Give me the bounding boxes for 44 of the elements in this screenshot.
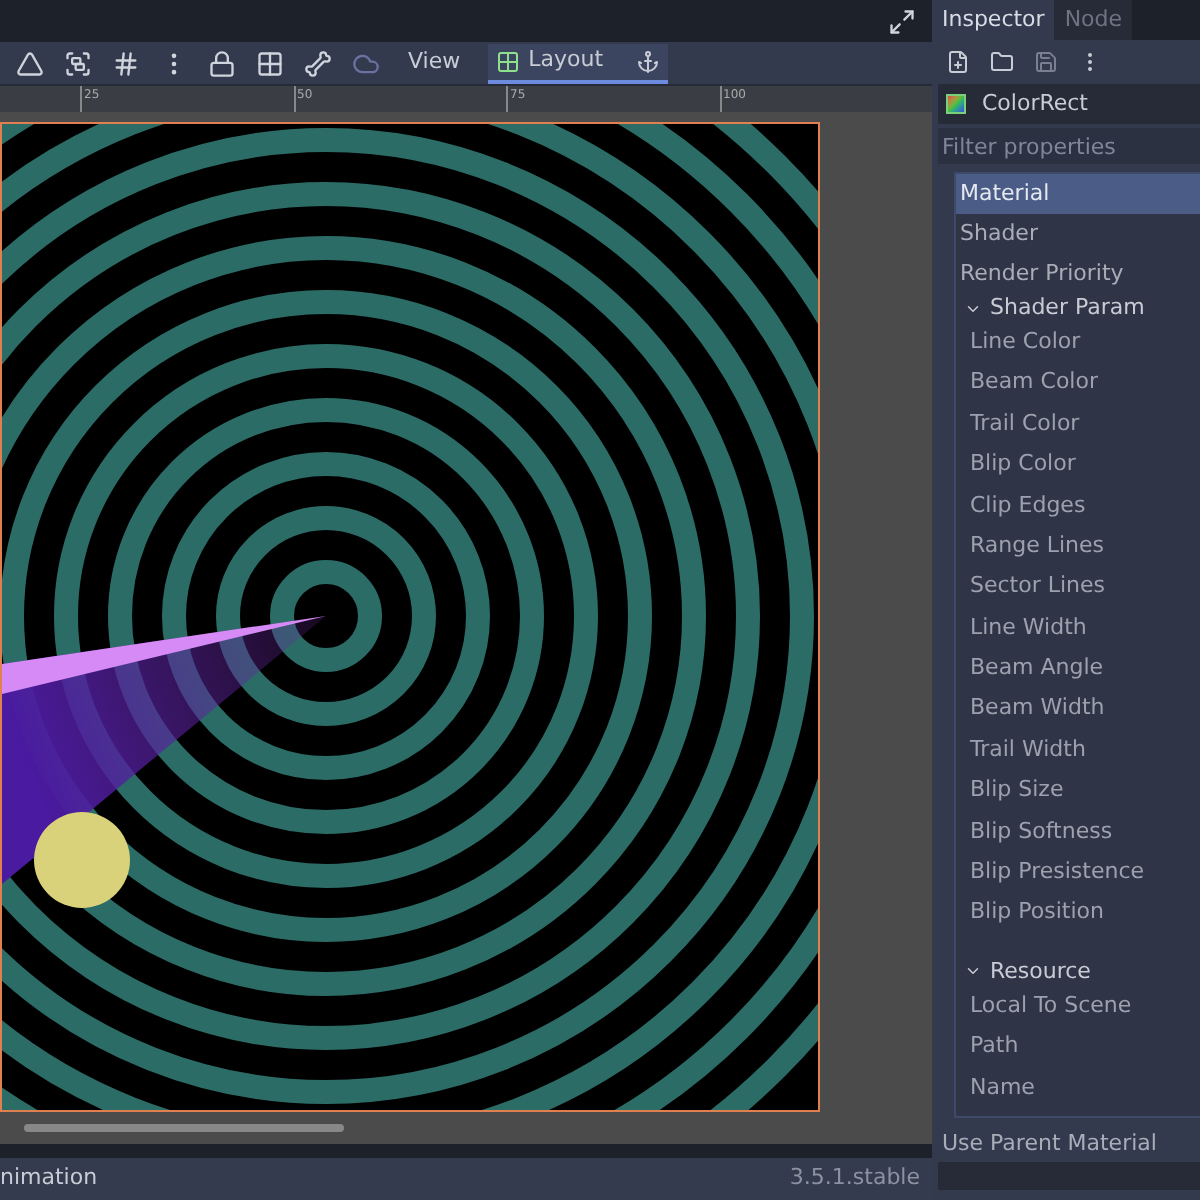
animation-tab[interactable]: nimation [0,1162,98,1196]
property-row[interactable]: Material [956,174,1200,214]
bone-icon[interactable] [304,49,332,77]
section-header[interactable]: Shader Param [956,294,1200,322]
save-icon[interactable] [1034,50,1058,74]
layout-icon [496,49,521,73]
property-label[interactable]: Name [956,1067,1200,1109]
property-label[interactable]: Blip Color [956,444,1200,486]
version-label: 3.5.1.stable [789,1162,920,1195]
property-label[interactable]: Trail Color [956,403,1200,445]
property-label[interactable]: Line Width [956,607,1200,649]
panel-tab[interactable]: Node [1054,0,1133,40]
section-header[interactable]: Resource [956,957,1200,986]
property-label[interactable]: Beam Color [956,362,1200,404]
lock-icon[interactable] [208,49,236,77]
property-label[interactable]: Blip Size [956,770,1200,812]
anchor-icon [635,49,660,73]
property-label[interactable]: Blip Position [956,892,1200,934]
filter-field[interactable]: Filter properties [938,128,1200,164]
property-label[interactable]: Blip Softness [956,811,1200,853]
property-label[interactable]: Clip Edges [956,485,1200,526]
property-label[interactable]: Local To Scene [956,985,1200,1027]
property-label[interactable]: Range Lines [956,525,1200,567]
fullscreen-icon[interactable] [888,7,916,35]
property-label[interactable]: Beam Angle [956,648,1200,690]
view-menu[interactable]: View [400,46,469,80]
cloud-icon[interactable] [352,49,380,77]
property-label[interactable]: Use Parent Material [938,1128,1200,1162]
color-rect-icon [946,94,966,114]
property-label[interactable]: Line Color [956,322,1200,363]
property-row[interactable]: Shader [956,214,1200,254]
panel-tab[interactable]: Inspector [932,0,1055,40]
property-label[interactable]: Path [956,1026,1200,1068]
scrollbar-thumb[interactable] [24,1124,344,1132]
layout-menu[interactable]: Layout [488,43,668,83]
property-label[interactable]: Trail Width [956,729,1200,771]
grid-icon[interactable] [112,49,140,77]
property-row[interactable]: Render Priority [956,254,1200,294]
new-resource-icon[interactable] [946,50,970,74]
property-label[interactable]: Sector Lines [956,566,1200,608]
folder-icon[interactable] [990,50,1014,74]
property-label[interactable]: Blip Presistence [956,852,1200,893]
property-label[interactable]: Beam Width [956,689,1200,730]
node-name: ColorRect [982,87,1088,120]
